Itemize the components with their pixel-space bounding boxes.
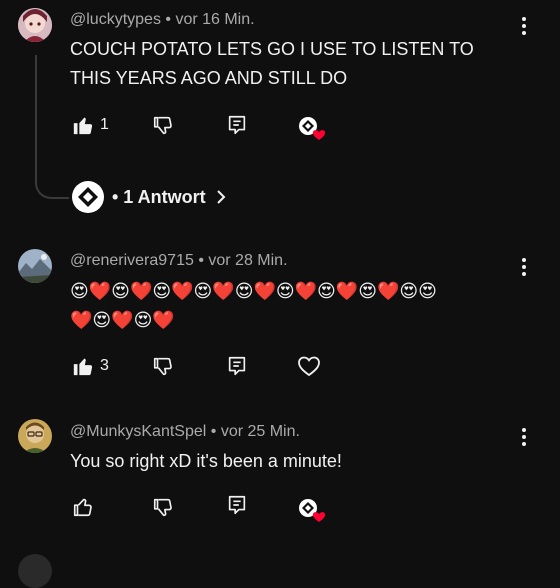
dot-icon [522, 428, 526, 432]
comment-text-line: COUCH POTATO LETS GO I USE TO LISTEN TO [70, 39, 474, 59]
avatar[interactable] [18, 249, 52, 283]
dot-icon [522, 272, 526, 276]
author-name[interactable]: @MunkysKantSpel [70, 423, 206, 440]
more-options-button[interactable] [516, 255, 532, 279]
next-comment-avatar [18, 554, 52, 588]
comment-text-line: THIS YEARS AGO AND STILL DO [70, 68, 348, 88]
comment-meta: @luckytypes • vor 16 Min. [70, 11, 255, 29]
channel-avatar [72, 181, 104, 213]
view-replies-button[interactable]: • 1 Antwort [72, 180, 228, 214]
comment-text: You so right xD it's been a minute! [70, 447, 510, 476]
reply-button[interactable] [226, 114, 248, 136]
comment-text-line: ❤️😍❤️😍❤️ [70, 310, 175, 330]
dislike-button[interactable] [152, 114, 174, 136]
creator-heart-icon [299, 117, 326, 140]
author-name[interactable]: @renerivera9715 [70, 252, 194, 269]
channel-logo-icon [78, 187, 98, 207]
reply-comment-icon [228, 115, 246, 135]
creator-heart-badge [298, 498, 328, 524]
comment-meta: @renerivera9715 • vor 28 Min. [70, 252, 288, 270]
meta-separator: • [165, 11, 176, 28]
more-options-button[interactable] [516, 425, 532, 449]
comment-time: vor 25 Min. [220, 423, 300, 440]
comment-text-line: 😍❤️😍❤️😍❤️😍❤️😍❤️😍❤️😍❤️😍❤️😍😍 [70, 281, 437, 301]
heart-button[interactable] [297, 354, 321, 378]
thumbs-up-filled-icon [73, 117, 93, 135]
dislike-button[interactable] [152, 355, 174, 377]
dot-icon [522, 258, 526, 262]
thread-line [35, 55, 69, 199]
landscape-avatar-icon [18, 249, 52, 283]
comment-time: vor 16 Min. [175, 11, 255, 28]
thumbs-down-icon [153, 498, 172, 517]
comment-text: 😍❤️😍❤️😍❤️😍❤️😍❤️😍❤️😍❤️😍❤️😍😍 ❤️😍❤️😍❤️ [70, 277, 510, 335]
comment-time: vor 28 Min. [208, 252, 288, 269]
more-options-button[interactable] [516, 14, 532, 38]
like-count: 1 [100, 116, 109, 133]
reply-button[interactable] [226, 494, 248, 516]
thumbs-up-icon [73, 498, 92, 517]
like-button[interactable]: 3 [72, 355, 109, 377]
dot-icon [522, 31, 526, 35]
meta-separator: • [198, 252, 209, 269]
thumbs-down-icon [153, 357, 172, 376]
chevron-right-icon [216, 190, 226, 204]
thumbs-down-icon [153, 116, 172, 135]
person-avatar-icon [18, 419, 52, 453]
author-name[interactable]: @luckytypes [70, 11, 161, 28]
dot-icon [522, 435, 526, 439]
reply-button[interactable] [226, 355, 248, 377]
creator-heart-icon [299, 499, 326, 522]
dislike-button[interactable] [152, 496, 174, 518]
dot-icon [522, 17, 526, 21]
comment-text: COUCH POTATO LETS GO I USE TO LISTEN TO … [70, 35, 510, 93]
replies-label: • 1 Antwort [112, 186, 206, 207]
dot-icon [522, 442, 526, 446]
dot-icon [522, 265, 526, 269]
dot-icon [522, 24, 526, 28]
like-button[interactable] [72, 496, 94, 518]
creator-heart-badge [298, 116, 328, 142]
like-count: 3 [100, 357, 109, 374]
like-button[interactable]: 1 [72, 114, 109, 136]
comment-meta: @MunkysKantSpel • vor 25 Min. [70, 423, 300, 441]
meta-separator: • [210, 423, 221, 440]
heart-outline-icon [298, 356, 320, 377]
comment-text-line: You so right xD it's been a minute! [70, 451, 342, 471]
reply-comment-icon [228, 356, 246, 376]
avatar[interactable] [18, 8, 52, 42]
avatar[interactable] [18, 419, 52, 453]
reply-comment-icon [228, 495, 246, 515]
thumbs-up-filled-icon [73, 358, 93, 376]
anime-avatar-icon [18, 8, 52, 42]
